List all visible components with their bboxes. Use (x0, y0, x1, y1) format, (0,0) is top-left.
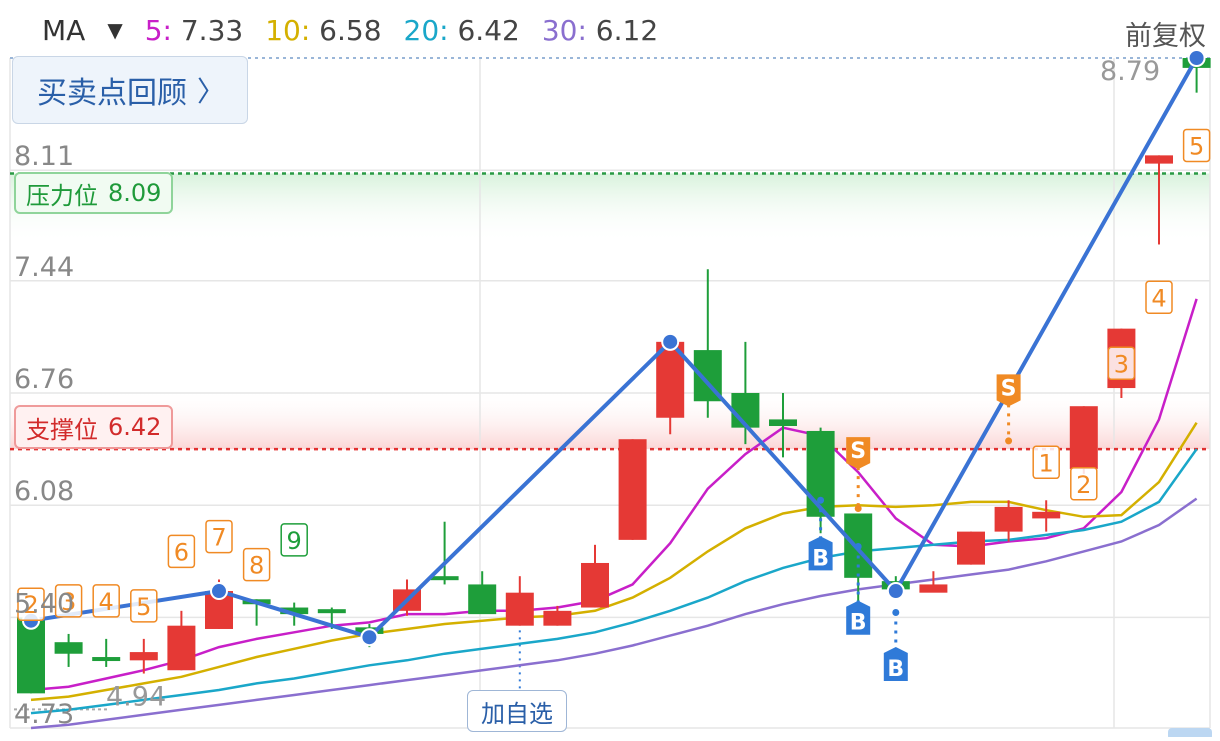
ma5-line (30, 298, 1198, 692)
candle-body (581, 562, 609, 608)
candle-body (618, 439, 647, 540)
pressure-level-value: 8.09 (108, 179, 162, 207)
candle-body (92, 657, 121, 662)
ma20-line (30, 448, 1198, 715)
candle-body (994, 506, 1023, 532)
buy-signal-label: B (812, 546, 829, 571)
count-label: 9 (287, 527, 302, 555)
signal-anchor-dot (854, 505, 862, 513)
count-label: 5 (136, 593, 151, 621)
sell-signal-label: S (1001, 376, 1017, 401)
buy-signal-label: B (887, 657, 904, 682)
candle-body (806, 430, 835, 517)
indicator-selector[interactable]: MA ▼ (42, 14, 123, 47)
trade-review-label: 买卖点回顾 (37, 76, 187, 111)
trade-review-button[interactable]: 买卖点回顾 〉 (12, 56, 248, 124)
y-tick-label: 5.40 (14, 588, 74, 619)
candle-body (543, 610, 572, 626)
candle-body (769, 419, 797, 427)
support-level-label: 支撑位 (26, 415, 98, 444)
adjust-mode-button[interactable]: 前复权 (1125, 14, 1206, 53)
ma20-readout: 20: 6.42 (404, 14, 520, 47)
y-tick-label: 4.73 (14, 699, 74, 730)
count-label: 7 (211, 524, 226, 552)
count-label: 3 (1114, 350, 1129, 378)
candle-body (1145, 155, 1173, 164)
pressure-level-badge: 压力位 8.09 (14, 172, 174, 214)
y-tick-label: 8.11 (14, 141, 74, 172)
indicator-bar: MA ▼ 5: 7.33 10: 6.58 20: 6.42 30: 6.12 (0, 0, 1220, 60)
ma5-readout: 5: 7.33 (145, 14, 244, 47)
ma10-key: 10: (265, 13, 311, 47)
candle-body (54, 642, 83, 654)
candle-body (167, 625, 196, 671)
ma30-value: 6.12 (595, 13, 659, 47)
y-tick-label: 7.44 (14, 252, 74, 283)
signal-anchor-dot (854, 542, 862, 550)
ma30-readout: 30: 6.12 (542, 14, 658, 47)
indicator-selector-label: MA (42, 13, 86, 47)
trend-pivot-point (661, 332, 680, 351)
trend-pivot-point (210, 582, 228, 601)
candle-body (1069, 406, 1098, 469)
ma5-key: 5: (144, 13, 172, 47)
count-label: 8 (249, 552, 264, 580)
support-level-badge: 支撑位 6.42 (14, 405, 174, 449)
candle-body (1032, 511, 1061, 519)
pressure-zone (10, 173, 1210, 244)
support-zone (10, 389, 1210, 450)
ma10-value: 6.58 (319, 13, 382, 47)
scroll-handle (1168, 728, 1212, 740)
buy-signal-label: B (850, 611, 867, 636)
dropdown-caret-icon: ▼ (107, 18, 123, 42)
candle-body (317, 609, 346, 614)
y-tick-label: 6.08 (14, 476, 74, 507)
candle-body (430, 576, 459, 581)
sell-signal-label: S (850, 439, 866, 464)
chevron-right-icon: 〉 (197, 75, 226, 108)
candle-body (505, 592, 534, 626)
count-label: 5 (1189, 132, 1204, 160)
ma10-line (30, 422, 1198, 702)
signal-anchor-dot (817, 496, 825, 504)
trend-pivot-point (360, 628, 379, 647)
count-label: 4 (1151, 284, 1166, 312)
ma20-key: 20: (403, 13, 449, 47)
candle-body (919, 584, 948, 593)
signal-anchor-dot (892, 608, 900, 616)
add-to-watchlist-button[interactable]: 加自选 (467, 690, 567, 732)
ma5-value: 7.33 (180, 13, 244, 47)
pressure-level-label: 压力位 (26, 181, 98, 210)
count-label: 2 (1076, 471, 1091, 499)
ma20-value: 6.42 (457, 13, 520, 47)
count-label: 1 (1039, 449, 1054, 477)
signal-anchor-dot (1005, 437, 1013, 445)
high-price-label: 8.79 (1100, 56, 1160, 87)
ma30-key: 30: (541, 13, 587, 47)
candle-body (129, 652, 158, 661)
low-price-label: 4.94 (106, 681, 166, 712)
candle-body (468, 584, 497, 615)
ma10-readout: 10: 6.58 (265, 14, 381, 47)
trend-pivot-point (886, 582, 905, 601)
support-level-value: 6.42 (108, 413, 162, 441)
count-label: 6 (174, 538, 189, 566)
y-tick-label: 6.76 (14, 364, 74, 395)
count-label: 4 (99, 588, 114, 616)
candle-body (957, 531, 985, 565)
